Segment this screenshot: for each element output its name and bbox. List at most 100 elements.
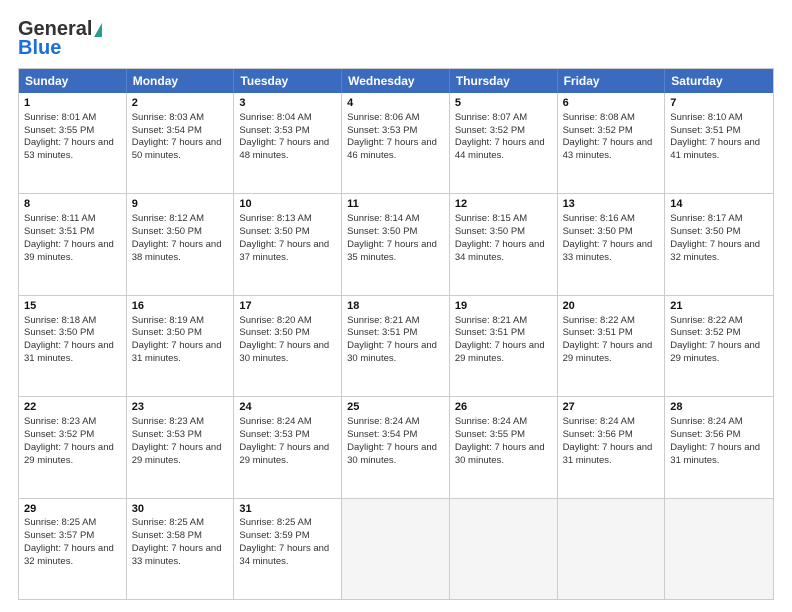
header-day-tuesday: Tuesday xyxy=(234,69,342,93)
sunrise-text: Sunrise: 8:22 AM xyxy=(563,315,635,326)
daylight-text: Daylight: 7 hours and 38 minutes. xyxy=(132,239,222,263)
sunset-text: Sunset: 3:50 PM xyxy=(670,226,740,237)
cal-cell xyxy=(450,499,558,599)
sunset-text: Sunset: 3:57 PM xyxy=(24,530,94,541)
daylight-text: Daylight: 7 hours and 33 minutes. xyxy=(132,543,222,567)
cal-cell: 12Sunrise: 8:15 AMSunset: 3:50 PMDayligh… xyxy=(450,194,558,294)
day-number: 30 xyxy=(132,502,229,517)
daylight-text: Daylight: 7 hours and 37 minutes. xyxy=(239,239,329,263)
header-day-sunday: Sunday xyxy=(19,69,127,93)
sunrise-text: Sunrise: 8:08 AM xyxy=(563,112,635,123)
cal-cell: 9Sunrise: 8:12 AMSunset: 3:50 PMDaylight… xyxy=(127,194,235,294)
daylight-text: Daylight: 7 hours and 44 minutes. xyxy=(455,137,545,161)
cal-cell: 18Sunrise: 8:21 AMSunset: 3:51 PMDayligh… xyxy=(342,296,450,396)
day-number: 10 xyxy=(239,197,336,212)
cal-cell: 15Sunrise: 8:18 AMSunset: 3:50 PM Dayligh… xyxy=(19,296,127,396)
cal-cell: 29Sunrise: 8:25 AMSunset: 3:57 PMDayligh… xyxy=(19,499,127,599)
sunset-text: Sunset: 3:55 PM xyxy=(24,125,94,136)
day-number: 15 xyxy=(24,299,121,314)
sunset-text: Sunset: 3:51 PM xyxy=(563,327,633,338)
daylight-text: Daylight: 7 hours and 34 minutes. xyxy=(239,543,329,567)
daylight-text: Daylight: 7 hours and 46 minutes. xyxy=(347,137,437,161)
sunrise-text: Sunrise: 8:04 AM xyxy=(239,112,311,123)
cal-cell: 26Sunrise: 8:24 AMSunset: 3:55 PMDayligh… xyxy=(450,397,558,497)
day-number: 2 xyxy=(132,96,229,111)
daylight-text: Daylight: 7 hours and 31 minutes. xyxy=(563,442,653,466)
sunrise-text: Sunrise: 8:25 AM xyxy=(132,517,204,528)
day-number: 12 xyxy=(455,197,552,212)
daylight-text: Daylight: 7 hours and 35 minutes. xyxy=(347,239,437,263)
sunset-text: Sunset: 3:51 PM xyxy=(455,327,525,338)
sunset-text: Sunset: 3:59 PM xyxy=(239,530,309,541)
day-number: 9 xyxy=(132,197,229,212)
cal-cell: 17Sunrise: 8:20 AMSunset: 3:50 PMDayligh… xyxy=(234,296,342,396)
sunset-text: Sunset: 3:53 PM xyxy=(239,429,309,440)
sunrise-text: Sunrise: 8:14 AM xyxy=(347,213,419,224)
sunrise-text: Sunrise: 8:10 AM xyxy=(670,112,742,123)
week-row-1: 1Sunrise: 8:01 AM Sunset: 3:55 PM Daylight… xyxy=(19,93,773,194)
daylight-text: Daylight: 7 hours and 31 minutes. xyxy=(24,340,114,364)
sunset-text: Sunset: 3:51 PM xyxy=(670,125,740,136)
sunset-text: Sunset: 3:56 PM xyxy=(563,429,633,440)
cal-cell: 19Sunrise: 8:21 AMSunset: 3:51 PMDayligh… xyxy=(450,296,558,396)
sunrise-text: Sunrise: 8:24 AM xyxy=(455,416,527,427)
sunset-text: Sunset: 3:58 PM xyxy=(132,530,202,541)
sunset-text: Sunset: 3:50 PM xyxy=(563,226,633,237)
daylight-text: Daylight: 7 hours and 41 minutes. xyxy=(670,137,760,161)
sunset-text: Sunset: 3:51 PM xyxy=(347,327,417,338)
logo-blue-text: Blue xyxy=(18,37,61,60)
day-number: 25 xyxy=(347,400,444,415)
daylight-text: Daylight: 7 hours and 31 minutes. xyxy=(132,340,222,364)
cal-cell: 11Sunrise: 8:14 AMSunset: 3:50 PMDayligh… xyxy=(342,194,450,294)
cal-cell: 24Sunrise: 8:24 AMSunset: 3:53 PMDayligh… xyxy=(234,397,342,497)
day-number: 13 xyxy=(563,197,660,212)
header-day-monday: Monday xyxy=(127,69,235,93)
sunset-text: Sunset: 3:54 PM xyxy=(132,125,202,136)
cal-cell: 4Sunrise: 8:06 AMSunset: 3:53 PMDaylight… xyxy=(342,93,450,193)
cal-cell: 5Sunrise: 8:07 AMSunset: 3:52 PMDaylight… xyxy=(450,93,558,193)
day-number: 16 xyxy=(132,299,229,314)
daylight-text: Daylight: 7 hours and 29 minutes. xyxy=(132,442,222,466)
sunset-text: Sunset: 3:50 PM xyxy=(132,327,202,338)
sunrise-text: Sunrise: 8:23 AM xyxy=(24,416,96,427)
sunset-text: Sunset: 3:52 PM xyxy=(563,125,633,136)
cal-cell: 3Sunrise: 8:04 AMSunset: 3:53 PMDaylight… xyxy=(234,93,342,193)
day-number: 3 xyxy=(239,96,336,111)
day-number: 4 xyxy=(347,96,444,111)
sunset-text: Sunset: 3:54 PM xyxy=(347,429,417,440)
week-row-3: 15Sunrise: 8:18 AMSunset: 3:50 PMDayligh… xyxy=(19,296,773,397)
sunrise-text: Sunrise: 8:15 AM xyxy=(455,213,527,224)
day-number: 1 xyxy=(24,96,121,111)
daylight-text: Daylight: 7 hours and 30 minutes. xyxy=(455,442,545,466)
sunset-text: Sunset: 3:50 PM xyxy=(132,226,202,237)
sunrise-text: Sunrise: 8:24 AM xyxy=(347,416,419,427)
day-number: 22 xyxy=(24,400,121,415)
cal-cell: 28Sunrise: 8:24 AMSunset: 3:56 PMDayligh… xyxy=(665,397,773,497)
sunrise-text: Sunrise: 8:11 AM xyxy=(24,213,96,224)
day-number: 20 xyxy=(563,299,660,314)
daylight-text: Daylight: 7 hours and 43 minutes. xyxy=(563,137,653,161)
day-number: 7 xyxy=(670,96,768,111)
sunrise-text: Sunrise: 8:17 AM xyxy=(670,213,742,224)
daylight-text: Daylight: 7 hours and 32 minutes. xyxy=(670,239,760,263)
sunset-text: Sunset: 3:50 PM xyxy=(24,327,94,338)
day-number: 19 xyxy=(455,299,552,314)
sunrise-text: Sunrise: 8:22 AM xyxy=(670,315,742,326)
cal-cell: 10Sunrise: 8:13 AMSunset: 3:50 PMDayligh… xyxy=(234,194,342,294)
sunset-text: Sunset: 3:52 PM xyxy=(670,327,740,338)
cal-cell xyxy=(342,499,450,599)
day-number: 29 xyxy=(24,502,121,517)
cal-cell: 30Sunrise: 8:25 AM Sunset: 3:58 PM Dayligh… xyxy=(127,499,235,599)
page: General Blue SundayMondayTuesdayWednesda… xyxy=(0,0,792,612)
cal-cell: 2Sunrise: 8:03 AMSunset: 3:54 PMDaylight… xyxy=(127,93,235,193)
daylight-text: Daylight: 7 hours and 31 minutes. xyxy=(670,442,760,466)
day-number: 17 xyxy=(239,299,336,314)
cal-cell: 25Sunrise: 8:24 AMSunset: 3:54 PMDayligh… xyxy=(342,397,450,497)
sunrise-text: Sunrise: 8:01 AM xyxy=(24,112,96,123)
calendar: SundayMondayTuesdayWednesdayThursdayFrid… xyxy=(18,68,774,600)
cal-cell: 23Sunrise: 8:23 AMSunset: 3:53 PMDayligh… xyxy=(127,397,235,497)
sunrise-text: Sunrise: 8:24 AM xyxy=(563,416,635,427)
day-number: 31 xyxy=(239,502,336,517)
sunrise-text: Sunrise: 8:18 AM xyxy=(24,315,96,326)
day-number: 23 xyxy=(132,400,229,415)
